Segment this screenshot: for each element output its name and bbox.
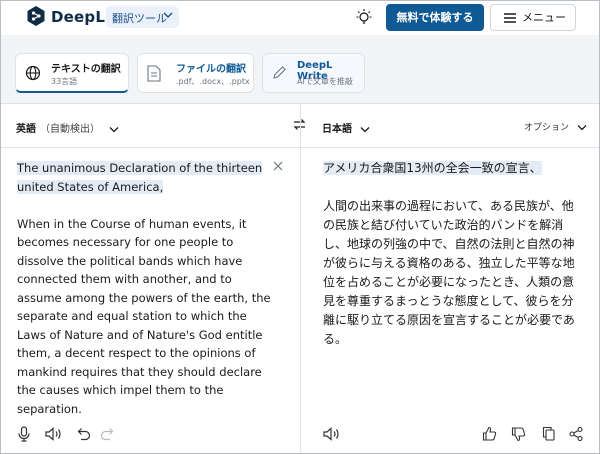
thumbs-up-icon[interactable] — [482, 426, 497, 441]
brand-name: DeepL — [51, 8, 106, 26]
options-label: オプション — [524, 123, 570, 133]
source-title-line: The unanimous Declaration of the thirtee… — [17, 161, 263, 194]
close-icon[interactable] — [273, 161, 283, 171]
document-icon — [147, 65, 161, 82]
pencil-icon — [273, 66, 286, 79]
app-window: DeepL 翻訳ツール 無料で体験する メニュー テキストの翻訳 33言語 ファ… — [0, 0, 600, 454]
mode-bar: テキストの翻訳 33言語 ファイルの翻訳 .pdf、.docx、.pptx De… — [1, 35, 599, 104]
hamburger-icon — [504, 13, 516, 23]
tab-subtitle: .pdf、.docx、.pptx — [176, 77, 250, 86]
source-text-pane[interactable]: The unanimous Declaration of the thirtee… — [1, 148, 300, 453]
translation-output[interactable]: アメリカ合衆国13州の全会一致の宣言、 人間の出来事の過程において、ある民族が、… — [323, 159, 585, 368]
redo-icon[interactable] — [100, 427, 114, 441]
speaker-icon[interactable] — [323, 427, 340, 441]
chevron-down-icon — [361, 127, 370, 133]
thumbs-down-icon[interactable] — [511, 427, 526, 442]
target-text-pane[interactable]: アメリカ合衆国13州の全会一致の宣言、 人間の出来事の過程において、ある民族が、… — [301, 148, 599, 453]
share-icon[interactable] — [569, 427, 583, 441]
tab-file-translation[interactable]: ファイルの翻訳 .pdf、.docx、.pptx — [137, 53, 254, 93]
top-header: DeepL 翻訳ツール 無料で体験する メニュー — [1, 1, 599, 35]
speaker-icon[interactable] — [45, 427, 62, 441]
copy-icon[interactable] — [542, 426, 555, 441]
tool-select-label: 翻訳ツール — [112, 12, 167, 25]
source-language-label: 英語 — [16, 124, 36, 135]
target-body: 人間の出来事の過程において、ある民族が、他の民族と結び付いていた政治的バンドを解… — [323, 199, 575, 346]
undo-icon[interactable] — [77, 427, 91, 441]
target-language-label: 日本語 — [322, 124, 352, 135]
target-language-select[interactable]: 日本語 — [322, 120, 370, 135]
globe-icon — [25, 65, 41, 81]
tab-text-translation[interactable]: テキストの翻訳 33言語 — [15, 53, 129, 93]
source-textarea[interactable]: The unanimous Declaration of the thirtee… — [17, 159, 277, 437]
source-body: When in the Course of human events, it b… — [17, 216, 271, 416]
target-title-line: アメリカ合衆国13州の全会一致の宣言、 — [323, 161, 542, 175]
menu-button-label: メニュー — [522, 11, 566, 24]
chevron-down-icon — [163, 12, 173, 18]
options-dropdown[interactable]: オプション — [524, 120, 587, 133]
try-free-button[interactable]: 無料で体験する — [386, 4, 484, 31]
tab-title: ファイルの翻訳 — [176, 64, 246, 75]
tab-deepl-write[interactable]: DeepL Write AIで文章を推敲 — [262, 53, 365, 93]
lightbulb-icon[interactable] — [356, 8, 372, 26]
tool-select-dropdown[interactable]: 翻訳ツール — [106, 6, 179, 28]
deepl-logo-icon[interactable] — [27, 6, 45, 26]
auto-detect-label: （自動検出） — [40, 124, 100, 135]
source-language-select[interactable]: 英語 （自動検出） — [16, 120, 119, 135]
menu-button[interactable]: メニュー — [490, 4, 576, 31]
tab-subtitle: AIで文章を推敲 — [297, 77, 353, 86]
microphone-icon[interactable] — [18, 426, 30, 442]
tab-subtitle: 33言語 — [51, 77, 78, 86]
chevron-down-icon — [577, 125, 587, 131]
tab-title: テキストの翻訳 — [51, 64, 121, 75]
chevron-down-icon — [109, 127, 119, 133]
